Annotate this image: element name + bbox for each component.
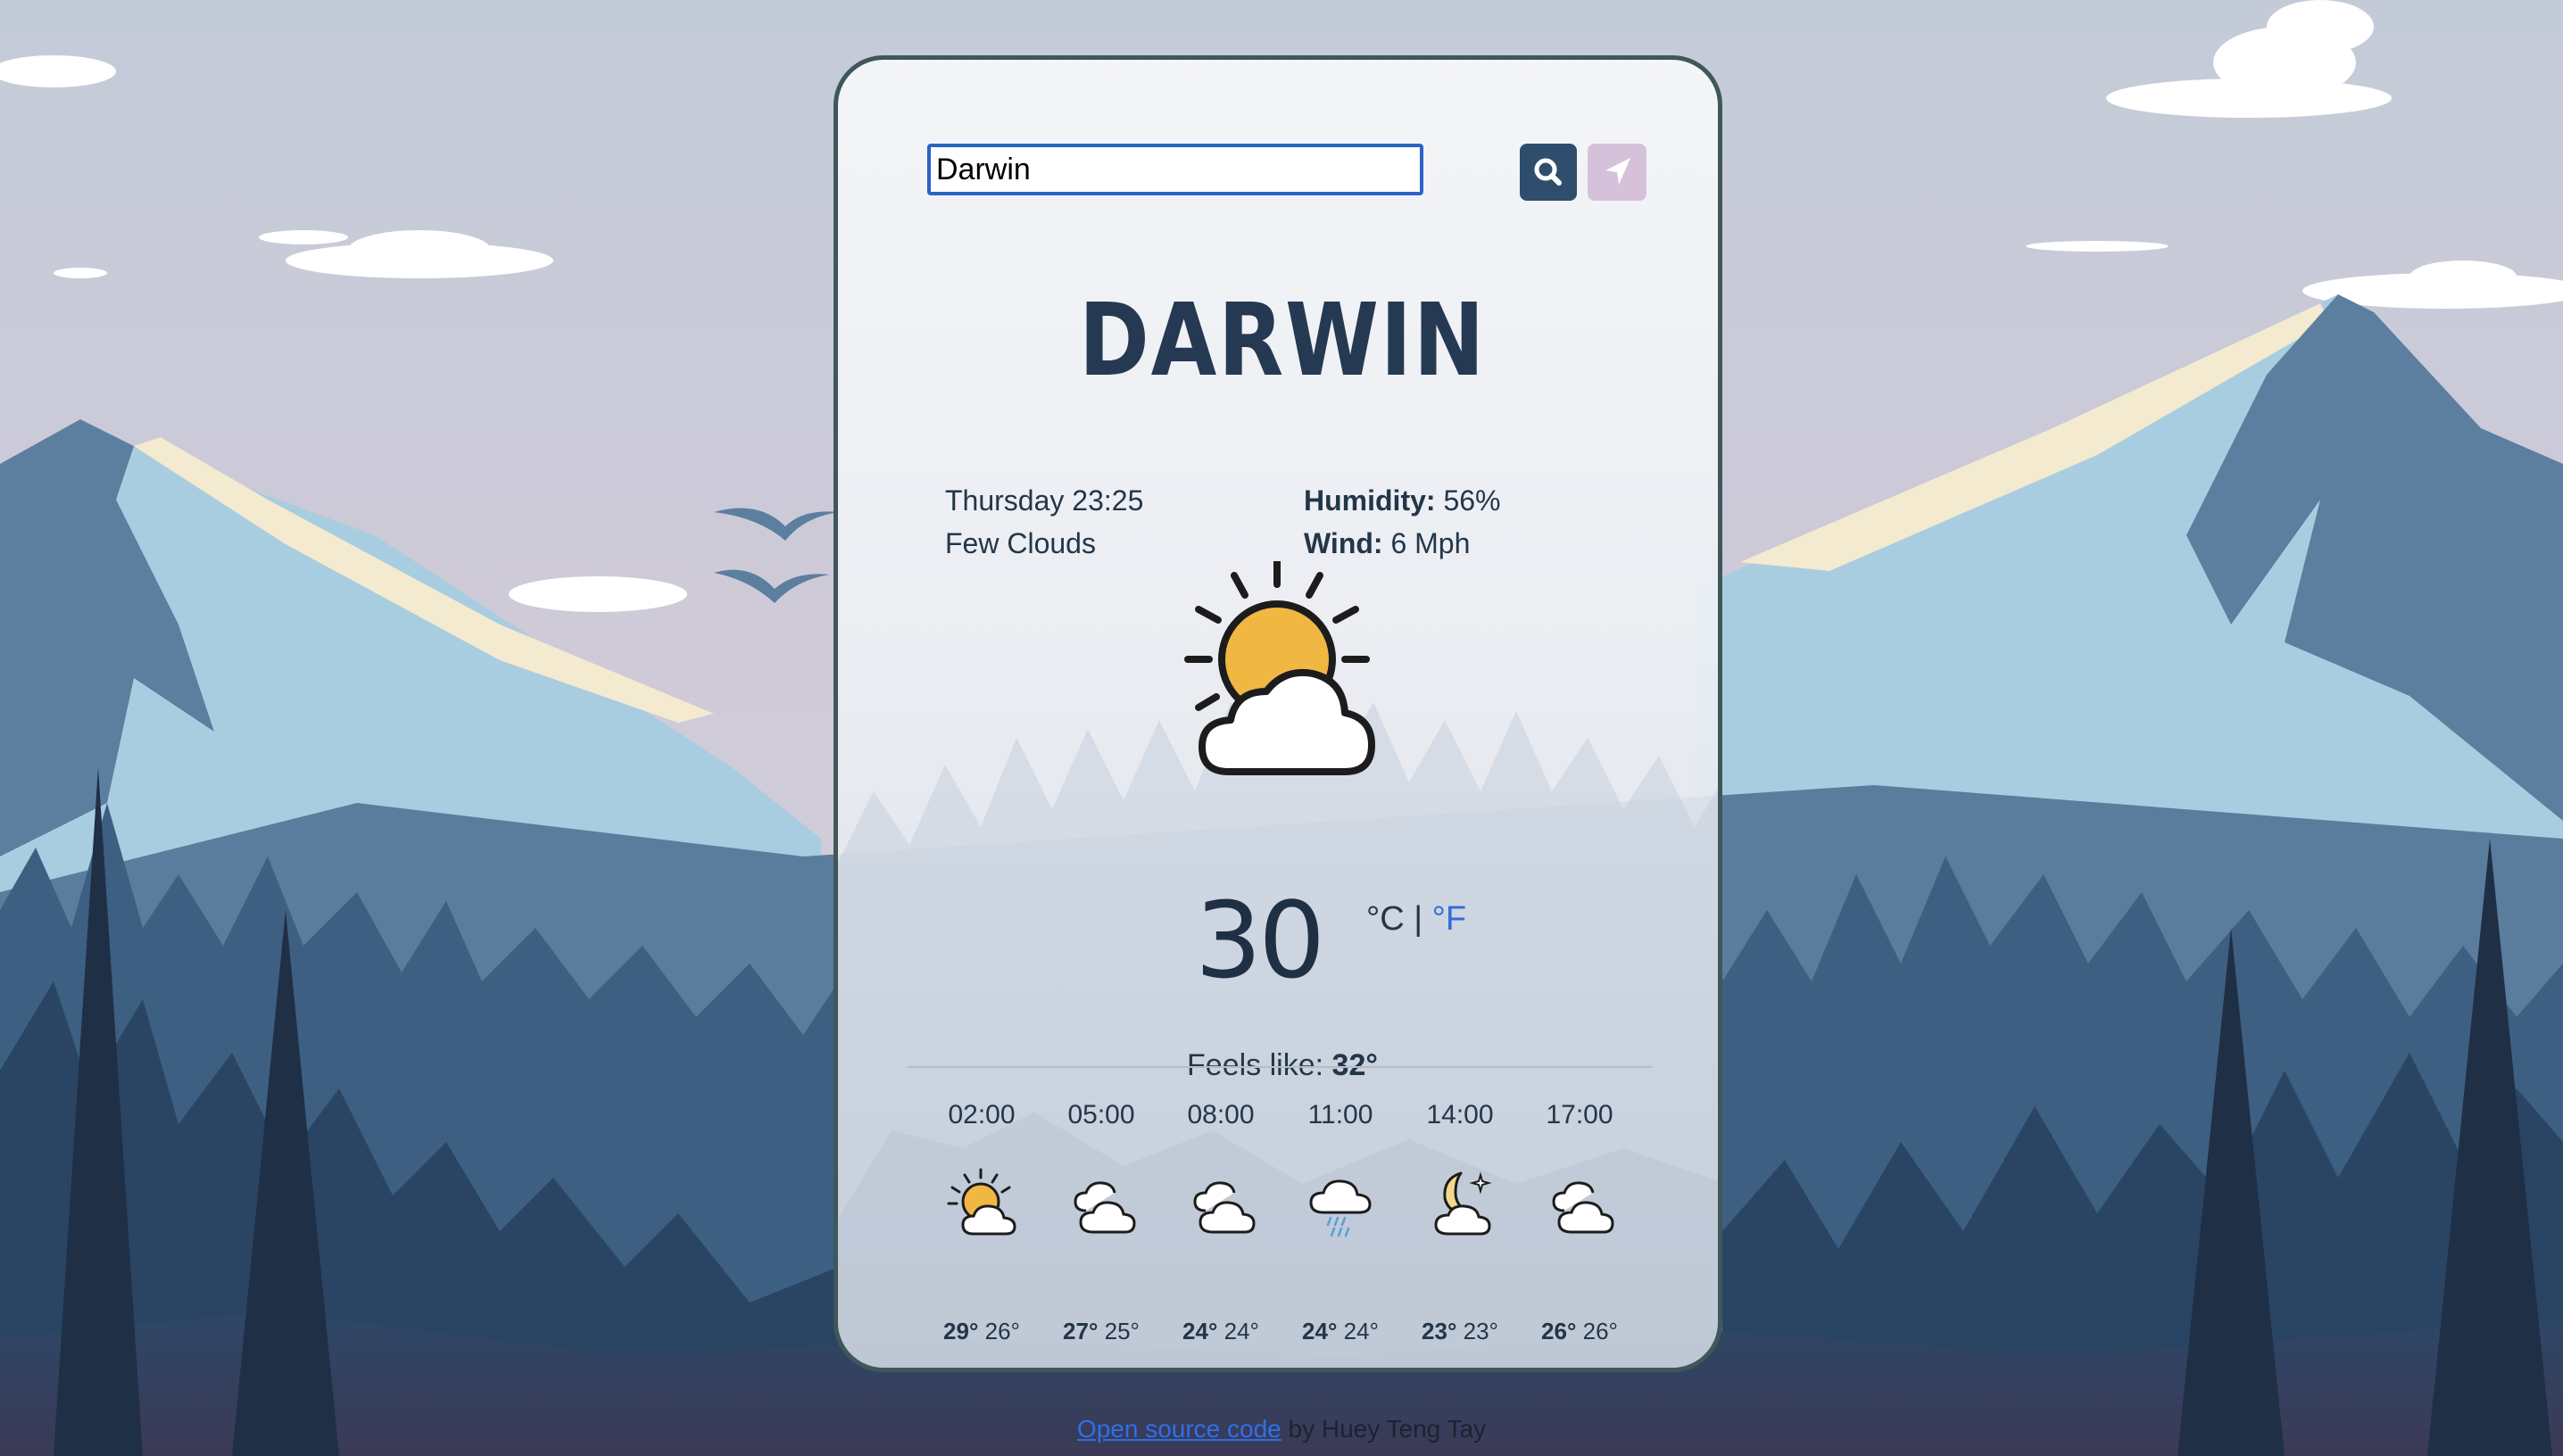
search-button[interactable] [1520,144,1577,201]
forecast-temps: 23° 23° [1400,1318,1520,1345]
wind-row: Wind: 6 Mph [1304,522,1500,565]
location-arrow-icon [1605,158,1630,185]
humidity-row: Humidity: 56% [1304,479,1500,522]
clouds-icon [1074,1181,1136,1234]
current-location-button[interactable] [1588,144,1646,201]
hourly-forecast: 02:00 29° 26° 05:00 27° 25° 08:00 24° 24… [922,1100,1639,1344]
city-search-input[interactable] [927,144,1423,195]
city-name: DARWIN [1078,283,1487,399]
forecast-temps: 24° 24° [1161,1318,1281,1345]
forecast-high: 24° [1182,1318,1218,1344]
sun-cloud-icon [947,1168,1016,1236]
unit-separator: | [1414,900,1423,938]
clouds-icon [1552,1181,1614,1234]
forecast-low: 24° [1343,1318,1379,1344]
weather-description: Few Clouds [945,527,1096,559]
forecast-temps: 29° 26° [922,1318,1041,1345]
forecast-high: 27° [1063,1318,1099,1344]
current-temperature: 30 [1195,879,1325,1002]
forecast-low: 26° [1582,1318,1618,1344]
forecast-time: 02:00 [948,1100,1016,1129]
date-time: Thursday 23:25 [945,484,1144,517]
moon-cloud-icon [1434,1171,1492,1236]
feels-like-label: Feels like: [1187,1048,1324,1082]
humidity-wind-block: Humidity: 56% Wind: 6 Mph [1304,479,1500,565]
rain-cloud-icon [1309,1179,1372,1237]
forecast-high: 29° [943,1318,979,1344]
forecast-time: 08:00 [1187,1100,1255,1129]
forecast-temps: 27° 25° [1041,1318,1161,1345]
unit-toggle: °C | °F [1366,900,1466,939]
forecast-low: 23° [1463,1318,1498,1344]
fahrenheit-link[interactable]: °F [1432,900,1466,938]
open-source-link[interactable]: Open source code [1077,1415,1282,1443]
forecast-low: 26° [984,1318,1020,1344]
wind-label: Wind: [1304,527,1383,559]
author-credit: by Huey Teng Tay [1288,1415,1487,1443]
forecast-high: 26° [1541,1318,1577,1344]
feels-like-value: 32° [1331,1048,1378,1082]
forecast-time: 11:00 [1307,1100,1373,1129]
footer-credit: Open source code by Huey Teng Tay [0,1415,2563,1444]
forecast-high: 23° [1422,1318,1457,1344]
wind-value: 6 Mph [1390,527,1471,559]
weather-card: DARWIN Thursday 23:25 Few Clouds Humidit… [834,55,1722,1372]
search-icon [1534,158,1562,186]
forecast-low: 25° [1104,1318,1140,1344]
forecast-temps: 24° 24° [1281,1318,1400,1345]
forecast-time: 05:00 [1067,1100,1135,1129]
forecast-time: 17:00 [1546,1100,1613,1129]
clouds-icon [1193,1181,1256,1234]
forecast-low: 24° [1223,1318,1259,1344]
sun-behind-cloud-icon [1184,561,1375,775]
time-condition-block: Thursday 23:25 Few Clouds [945,479,1143,565]
humidity-value: 56% [1443,484,1501,517]
forecast-high: 24° [1302,1318,1338,1344]
forecast-temps: 26° 26° [1520,1318,1639,1345]
celsius-unit[interactable]: °C [1366,900,1405,938]
forecast-divider [908,1066,1652,1068]
humidity-label: Humidity: [1304,484,1436,517]
forecast-time: 14:00 [1426,1100,1494,1129]
